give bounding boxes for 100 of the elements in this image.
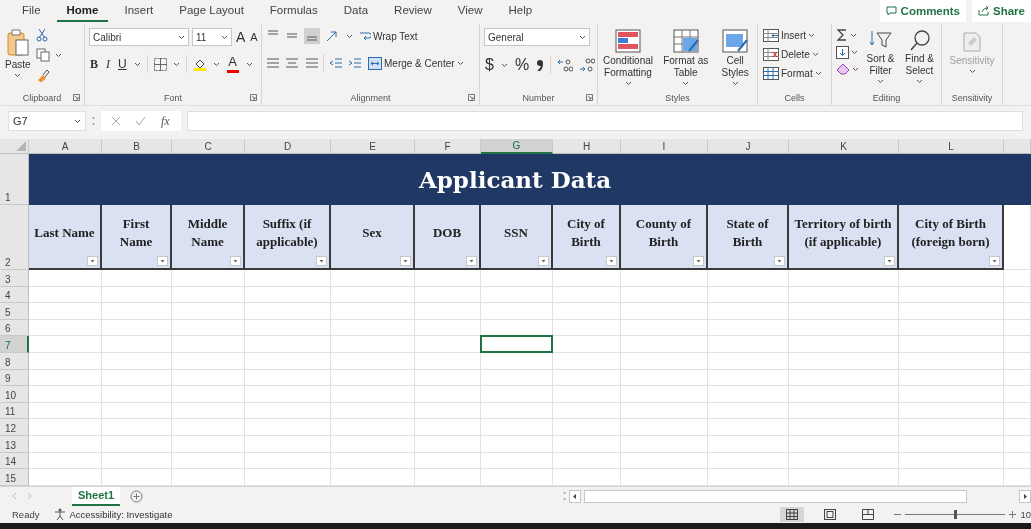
menu-tab[interactable]: Review	[384, 0, 442, 22]
empty-cell[interactable]	[899, 352, 1004, 370]
empty-cell[interactable]	[899, 336, 1004, 353]
empty-cell[interactable]	[553, 419, 621, 436]
empty-cell[interactable]	[708, 303, 789, 320]
empty-cell[interactable]	[789, 303, 899, 320]
empty-cell[interactable]	[708, 435, 789, 453]
row-header[interactable]: 10	[0, 386, 29, 403]
column-header[interactable]: K	[789, 139, 899, 154]
empty-cell[interactable]	[1004, 352, 1031, 370]
row-header[interactable]: 2	[0, 205, 29, 270]
empty-cell[interactable]	[331, 270, 415, 287]
filter-dropdown-icon[interactable]	[466, 256, 477, 266]
empty-cell[interactable]	[621, 386, 708, 403]
empty-cell[interactable]	[331, 386, 415, 403]
column-header[interactable]: B	[102, 139, 172, 154]
empty-cell[interactable]	[172, 270, 245, 287]
empty-cell[interactable]	[331, 369, 415, 387]
cells-button[interactable]: Delete	[762, 47, 823, 62]
font-name-field[interactable]: Calibri	[89, 28, 189, 46]
empty-cell[interactable]	[1004, 303, 1031, 320]
empty-cell[interactable]	[899, 369, 1004, 387]
font-color-button[interactable]: A	[225, 54, 240, 74]
increase-decimal-icon[interactable]	[557, 58, 574, 72]
column-header[interactable]: C	[172, 139, 245, 154]
row-header[interactable]: 12	[0, 419, 29, 436]
empty-cell[interactable]	[102, 319, 172, 337]
menu-tab[interactable]: Page Layout	[169, 0, 254, 22]
empty-cell[interactable]	[481, 435, 553, 453]
scissors-icon[interactable]	[35, 28, 48, 42]
empty-cell[interactable]	[172, 336, 245, 353]
align-left-icon[interactable]	[266, 56, 280, 70]
filter-dropdown-icon[interactable]	[538, 256, 549, 266]
filter-dropdown-icon[interactable]	[400, 256, 411, 266]
empty-cell[interactable]	[789, 286, 899, 304]
increase-font-button[interactable]: A	[235, 28, 247, 46]
select-all-icon[interactable]	[16, 141, 26, 151]
empty-cell[interactable]	[102, 469, 172, 486]
empty-cell[interactable]	[331, 303, 415, 320]
empty-cell[interactable]	[481, 270, 553, 287]
align-bottom-icon[interactable]	[304, 28, 320, 44]
add-sheet-icon[interactable]	[130, 489, 144, 503]
empty-cell[interactable]	[1004, 369, 1031, 387]
empty-cell[interactable]	[621, 369, 708, 387]
empty-cell[interactable]	[245, 435, 331, 453]
empty-cell[interactable]	[553, 319, 621, 337]
align-right-icon[interactable]	[304, 56, 318, 70]
empty-cell[interactable]	[708, 419, 789, 436]
empty-cell[interactable]	[102, 369, 172, 387]
empty-cell[interactable]	[553, 386, 621, 403]
empty-cell[interactable]	[708, 452, 789, 470]
empty-cell[interactable]	[789, 352, 899, 370]
filter-dropdown-icon[interactable]	[774, 256, 785, 266]
empty-cell[interactable]	[331, 402, 415, 420]
zoom-in-icon[interactable]	[1009, 510, 1017, 518]
comments-button[interactable]: Comments	[879, 0, 967, 22]
check-icon[interactable]	[135, 116, 146, 126]
empty-cell[interactable]	[481, 452, 553, 470]
empty-cell[interactable]	[102, 419, 172, 436]
empty-cell[interactable]	[102, 402, 172, 420]
empty-cell[interactable]	[553, 270, 621, 287]
empty-cell[interactable]	[172, 286, 245, 304]
empty-cell[interactable]	[245, 352, 331, 370]
column-header[interactable]: I	[621, 139, 708, 154]
empty-cell[interactable]	[102, 435, 172, 453]
empty-cell[interactable]	[245, 319, 331, 337]
column-header[interactable]: A	[29, 139, 102, 154]
empty-cell[interactable]	[245, 369, 331, 387]
empty-cell[interactable]	[1004, 452, 1031, 470]
empty-cell[interactable]	[553, 352, 621, 370]
column-header[interactable]: L	[899, 139, 1004, 154]
menu-tab[interactable]: Home	[56, 0, 109, 22]
paste-button[interactable]: Paste	[4, 28, 32, 79]
empty-cell[interactable]	[331, 286, 415, 304]
empty-cell[interactable]	[553, 452, 621, 470]
fill-color-icon[interactable]	[192, 57, 207, 71]
share-button[interactable]: Share	[972, 0, 1031, 22]
empty-cell[interactable]	[172, 352, 245, 370]
decrease-font-button[interactable]: A	[249, 30, 259, 44]
empty-cell[interactable]	[245, 469, 331, 486]
filter-dropdown-icon[interactable]	[606, 256, 617, 266]
menu-tab[interactable]: Insert	[114, 0, 164, 22]
filter-dropdown-icon[interactable]	[989, 256, 1000, 266]
menu-tab[interactable]: Formulas	[259, 0, 328, 22]
style-button[interactable]: Cell Styles	[717, 28, 753, 87]
empty-cell[interactable]	[553, 402, 621, 420]
percent-button[interactable]: %	[513, 55, 531, 75]
fill-down-icon[interactable]	[836, 46, 849, 59]
empty-cell[interactable]	[899, 419, 1004, 436]
empty-cell[interactable]	[245, 286, 331, 304]
italic-button[interactable]: I	[105, 55, 111, 73]
filter-dropdown-icon[interactable]	[693, 256, 704, 266]
decrease-indent-icon[interactable]	[329, 56, 343, 70]
empty-cell[interactable]	[1004, 205, 1031, 270]
column-header[interactable]: H	[553, 139, 621, 154]
empty-cell[interactable]	[708, 469, 789, 486]
style-button[interactable]: Format as Table	[660, 28, 712, 87]
empty-cell[interactable]	[621, 336, 708, 353]
empty-cell[interactable]	[331, 319, 415, 337]
number-format-field[interactable]: General	[484, 28, 590, 46]
